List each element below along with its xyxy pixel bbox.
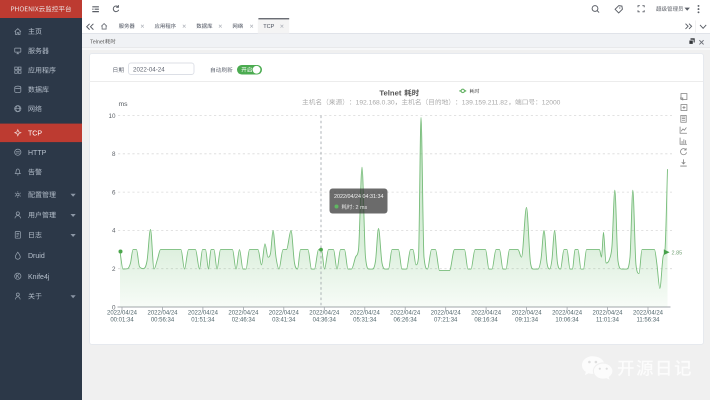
svg-text:8: 8: [112, 151, 116, 158]
svg-text:2022/04/24: 2022/04/24: [633, 311, 664, 317]
svg-text:Druid: Druid: [28, 253, 45, 260]
svg-text:2022-04-24: 2022-04-24: [133, 67, 165, 74]
svg-text:10: 10: [108, 113, 116, 120]
svg-text:2022/04/24: 2022/04/24: [188, 311, 219, 317]
svg-text:04:36:34: 04:36:34: [313, 318, 337, 324]
svg-text:TCP: TCP: [263, 24, 274, 30]
svg-text:07:21:34: 07:21:34: [434, 318, 458, 324]
svg-text:2.85: 2.85: [672, 250, 683, 256]
svg-text:ms: ms: [119, 101, 129, 108]
svg-text:2022/04/24: 2022/04/24: [512, 311, 543, 317]
svg-text:Telnet: Telnet: [90, 39, 105, 45]
svg-text:00:01:34: 00:01:34: [110, 318, 134, 324]
svg-text:Telnet: Telnet: [379, 89, 402, 98]
svg-text:02:46:34: 02:46:34: [232, 318, 256, 324]
svg-text:2022/04/24: 2022/04/24: [269, 311, 300, 317]
svg-text:2: 2: [112, 266, 116, 273]
svg-text:4: 4: [112, 228, 116, 235]
svg-text:2022/04/24 04:31:34: 2022/04/24 04:31:34: [334, 194, 383, 200]
svg-text:: 2 ms: : 2 ms: [353, 205, 368, 211]
svg-text:139.159.211.82: 139.159.211.82: [462, 100, 508, 107]
svg-text:06:26:34: 06:26:34: [394, 318, 418, 324]
svg-text:2022/04/24: 2022/04/24: [228, 311, 259, 317]
svg-text:03:41:34: 03:41:34: [272, 318, 296, 324]
svg-text:2022/04/24: 2022/04/24: [350, 311, 381, 317]
svg-text:2022/04/24: 2022/04/24: [592, 311, 623, 317]
svg-text:2022/04/24: 2022/04/24: [552, 311, 583, 317]
svg-text:12000: 12000: [542, 100, 561, 107]
svg-text:2022/04/24: 2022/04/24: [147, 311, 178, 317]
svg-text:2022/04/24: 2022/04/24: [390, 311, 421, 317]
svg-text:6: 6: [112, 189, 116, 196]
svg-text:01:51:34: 01:51:34: [191, 318, 215, 324]
svg-text:09:11:34: 09:11:34: [515, 318, 539, 324]
svg-text:2022/04/24: 2022/04/24: [309, 311, 340, 317]
svg-text:00:56:34: 00:56:34: [151, 318, 175, 324]
svg-text:10:06:34: 10:06:34: [555, 318, 579, 324]
svg-text:Knife4j: Knife4j: [28, 274, 50, 281]
svg-text:2022/04/24: 2022/04/24: [471, 311, 502, 317]
svg-text:08:16:34: 08:16:34: [474, 318, 498, 324]
svg-text:2022/04/24: 2022/04/24: [431, 311, 462, 317]
svg-text:11:56:34: 11:56:34: [637, 318, 661, 324]
svg-text:05:31:34: 05:31:34: [353, 318, 377, 324]
svg-text:2022/04/24: 2022/04/24: [107, 311, 138, 317]
svg-text:192.168.0.30: 192.168.0.30: [356, 100, 395, 107]
svg-text:11:01:34: 11:01:34: [596, 318, 620, 324]
svg-text:TCP: TCP: [28, 130, 42, 137]
svg-text:HTTP: HTTP: [28, 150, 47, 157]
